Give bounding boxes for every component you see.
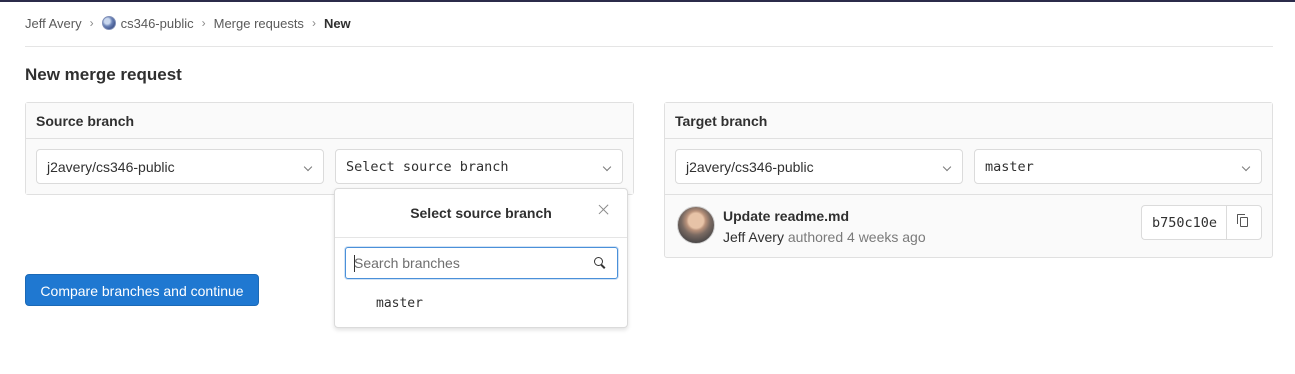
breadcrumb: Jeff Avery › cs346-public › Merge reques… [25,14,351,32]
source-project-select[interactable]: j2avery/cs346-public [36,149,324,184]
target-project-value: j2avery/cs346-public [686,159,814,175]
commit-meta: Jeff Avery authored 4 weeks ago [723,229,926,245]
target-branch-value: master [985,159,1034,175]
source-branch-placeholder: Select source branch [346,159,509,175]
commit-sha-group: b750c10e [1141,205,1262,240]
chevron-down-icon [602,162,612,172]
copy-icon-front [1240,217,1248,227]
commit-author[interactable]: Jeff Avery [723,229,784,245]
breadcrumb-merge-requests[interactable]: Merge requests [214,16,304,31]
divider [25,46,1273,47]
target-branch-panel: Target branch j2avery/cs346-public maste… [664,102,1273,258]
source-branch-select[interactable]: Select source branch [335,149,623,184]
target-project-select[interactable]: j2avery/cs346-public [675,149,963,184]
search-icon [594,257,606,269]
search-input[interactable] [354,249,584,277]
project-avatar-icon [101,16,116,30]
target-branch-select[interactable]: master [974,149,1262,184]
target-branch-heading: Target branch [665,103,1272,139]
copy-sha-button[interactable] [1226,205,1262,240]
compare-branches-button[interactable]: Compare branches and continue [25,274,259,306]
source-branch-panel: Source branch j2avery/cs346-public Selec… [25,102,634,195]
chevron-down-icon [942,162,952,172]
dropdown-title: Select source branch [335,189,627,238]
source-project-value: j2avery/cs346-public [47,159,175,175]
breadcrumb-project[interactable]: cs346-public [121,16,194,31]
breadcrumb-current: New [323,15,351,31]
branch-option-master[interactable]: master [335,293,627,315]
breadcrumb-user[interactable]: Jeff Avery [25,16,82,31]
breadcrumb-separator: › [311,16,316,30]
avatar[interactable] [677,206,715,244]
close-icon[interactable] [597,203,611,217]
chevron-down-icon [1241,162,1251,172]
page-title: New merge request [25,65,182,84]
commit-title[interactable]: Update readme.md [723,208,849,224]
source-branch-heading: Source branch [26,103,633,139]
commit-sha[interactable]: b750c10e [1141,205,1226,240]
commit-info: Update readme.md Jeff Avery authored 4 w… [665,194,1272,256]
chevron-down-icon [303,162,313,172]
top-border [0,0,1295,2]
branch-search-field[interactable] [345,247,618,279]
source-branch-dropdown: Select source branch master [334,188,628,328]
breadcrumb-separator: › [201,16,206,30]
breadcrumb-separator: › [89,16,94,30]
commit-time: authored 4 weeks ago [787,229,926,245]
text-caret [354,255,355,272]
